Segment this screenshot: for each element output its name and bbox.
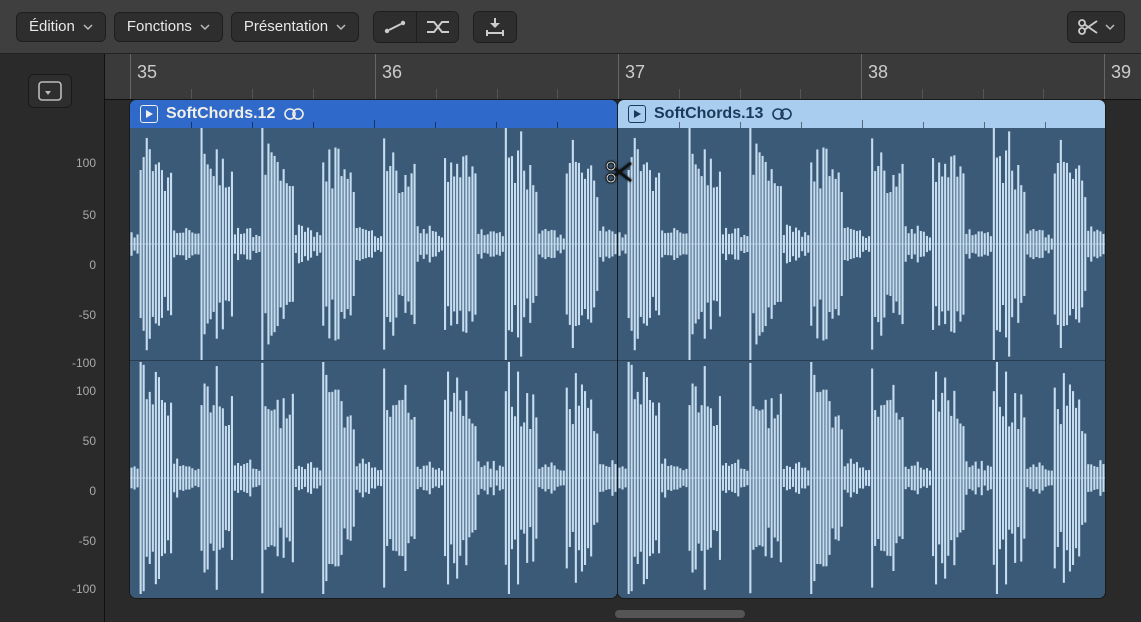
amp-label: 50 <box>83 208 96 222</box>
ruler-bar: 35 <box>137 62 157 83</box>
catalog-icon <box>38 81 62 101</box>
region-header[interactable]: SoftChords.12 <box>130 100 617 128</box>
edit-menu[interactable]: Édition <box>16 12 106 42</box>
chevron-down-icon <box>336 22 346 32</box>
ruler-bar: 39 <box>1111 62 1131 83</box>
ruler-bar: 38 <box>868 62 888 83</box>
flex-toggle[interactable] <box>416 12 458 42</box>
catalog-button[interactable] <box>28 74 72 108</box>
waveform-left <box>618 128 1105 360</box>
automation-icon <box>383 18 407 36</box>
amp-label: 0 <box>89 484 96 498</box>
waveform-right <box>130 362 617 594</box>
region-header[interactable]: SoftChords.13 <box>618 100 1105 128</box>
track-area[interactable]: 35 36 37 38 39 SoftChords.12 <box>105 54 1141 622</box>
chevron-down-icon <box>83 22 93 32</box>
functions-menu[interactable]: Fonctions <box>114 12 223 42</box>
catch-playhead-button[interactable] <box>474 12 516 42</box>
region-beat-ticks <box>130 100 617 128</box>
amp-label: -100 <box>72 356 96 370</box>
view-toggle-group <box>373 11 459 43</box>
amp-label: -100 <box>72 582 96 596</box>
scissors-icon <box>1077 18 1099 36</box>
horizontal-scrollbar[interactable] <box>615 610 745 618</box>
bar-ruler[interactable]: 35 36 37 38 39 <box>105 54 1141 100</box>
amp-label: -50 <box>79 534 96 548</box>
audio-region[interactable]: SoftChords.13 <box>618 100 1105 598</box>
editor-main: 100 50 0 -50 -100 100 50 0 -50 -100 35 3… <box>0 54 1141 622</box>
tool-menu[interactable] <box>1067 11 1125 43</box>
amp-label: 100 <box>76 384 96 398</box>
amp-label: 100 <box>76 156 96 170</box>
chevron-down-icon <box>200 22 210 32</box>
chevron-down-icon <box>1105 22 1115 32</box>
ruler-bar: 36 <box>382 62 402 83</box>
ruler-bar: 37 <box>625 62 645 83</box>
waveform-right <box>618 362 1105 594</box>
presentation-menu-label: Présentation <box>244 18 328 35</box>
editor-toolbar: Édition Fonctions Présentation <box>0 0 1141 54</box>
amp-label: 0 <box>89 258 96 272</box>
regions-lane: SoftChords.12 <box>105 100 1141 600</box>
automation-toggle[interactable] <box>374 12 416 42</box>
waveform-left <box>130 128 617 360</box>
functions-menu-label: Fonctions <box>127 18 192 35</box>
audio-region[interactable]: SoftChords.12 <box>130 100 617 598</box>
amp-label: -50 <box>79 308 96 322</box>
region-beat-ticks <box>618 100 1105 128</box>
amp-label: 50 <box>83 434 96 448</box>
left-gutter: 100 50 0 -50 -100 100 50 0 -50 -100 <box>0 54 105 622</box>
catch-playhead-icon <box>484 17 506 37</box>
presentation-menu[interactable]: Présentation <box>231 12 359 42</box>
catch-group <box>473 11 517 43</box>
flex-icon <box>425 18 451 36</box>
edit-menu-label: Édition <box>29 18 75 35</box>
